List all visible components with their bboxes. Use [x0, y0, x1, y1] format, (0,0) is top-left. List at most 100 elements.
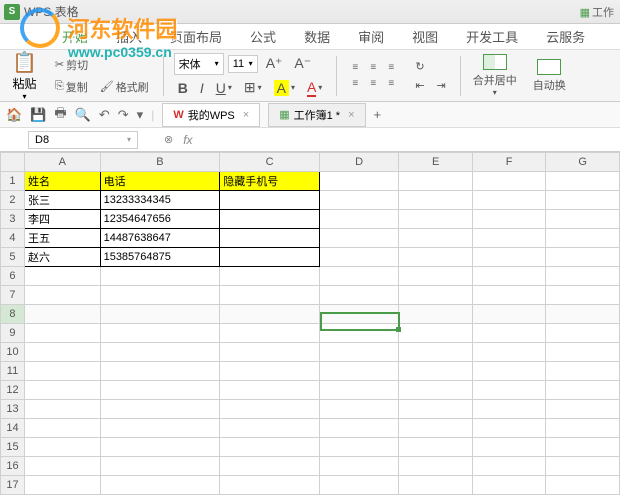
align-top-right[interactable]: ≡ [383, 61, 399, 75]
row-header[interactable]: 13 [1, 400, 25, 419]
cell[interactable] [319, 343, 398, 362]
cell[interactable] [220, 305, 320, 324]
row-header[interactable]: 1 [1, 172, 25, 191]
cell[interactable] [319, 324, 398, 343]
cell[interactable] [24, 476, 100, 495]
preview-icon[interactable]: 🔍 [75, 107, 91, 123]
cell[interactable] [100, 343, 220, 362]
col-header-c[interactable]: C [220, 153, 320, 172]
cell[interactable]: 李四 [24, 210, 100, 229]
cell[interactable] [546, 476, 620, 495]
row-header[interactable]: 7 [1, 286, 25, 305]
cell[interactable] [220, 286, 320, 305]
cell[interactable] [472, 419, 546, 438]
row-header[interactable]: 2 [1, 191, 25, 210]
cell[interactable] [546, 362, 620, 381]
cell[interactable] [472, 400, 546, 419]
add-tab-button[interactable]: + [374, 107, 382, 122]
cell[interactable] [24, 381, 100, 400]
cell[interactable] [399, 381, 473, 400]
cell[interactable] [100, 419, 220, 438]
cell[interactable] [546, 191, 620, 210]
cell[interactable] [319, 210, 398, 229]
col-header-b[interactable]: B [100, 153, 220, 172]
cell[interactable] [24, 324, 100, 343]
cell[interactable] [220, 362, 320, 381]
row-header[interactable]: 9 [1, 324, 25, 343]
cell[interactable] [220, 438, 320, 457]
close-icon[interactable]: × [348, 109, 354, 121]
cell[interactable]: 隐藏手机号 [220, 172, 320, 191]
cell[interactable] [546, 419, 620, 438]
format-painter-button[interactable]: 🖌格式刷 [96, 77, 153, 97]
cell[interactable] [100, 400, 220, 419]
cell[interactable] [100, 362, 220, 381]
col-header-a[interactable]: A [24, 153, 100, 172]
cell[interactable]: 王五 [24, 229, 100, 248]
select-all-corner[interactable] [1, 153, 25, 172]
cell[interactable] [399, 400, 473, 419]
decrease-font-button[interactable]: A⁻ [290, 53, 315, 74]
cell[interactable] [100, 476, 220, 495]
cell[interactable] [546, 343, 620, 362]
redo-icon[interactable]: ↷ [118, 107, 129, 123]
border-button[interactable]: ⊞▾ [240, 77, 266, 98]
cell[interactable] [220, 267, 320, 286]
cell[interactable] [319, 438, 398, 457]
cell[interactable] [472, 476, 546, 495]
cell[interactable] [546, 267, 620, 286]
cell[interactable] [319, 267, 398, 286]
cell[interactable] [220, 229, 320, 248]
cell[interactable] [472, 267, 546, 286]
print-icon[interactable]: 🖶 [54, 104, 66, 126]
cell[interactable] [472, 381, 546, 400]
cell[interactable] [100, 324, 220, 343]
cell[interactable] [472, 362, 546, 381]
menu-home[interactable]: 开始 [60, 23, 90, 50]
cell[interactable] [319, 457, 398, 476]
font-color-button[interactable]: A▾ [303, 77, 326, 99]
cell[interactable] [546, 248, 620, 267]
cell[interactable] [472, 324, 546, 343]
menu-devtools[interactable]: 开发工具 [464, 23, 520, 50]
cell[interactable] [24, 267, 100, 286]
cell[interactable] [399, 438, 473, 457]
col-header-g[interactable]: G [546, 153, 620, 172]
cell[interactable] [319, 286, 398, 305]
cell[interactable] [220, 248, 320, 267]
col-header-d[interactable]: D [319, 153, 398, 172]
cell[interactable]: 12354647656 [100, 210, 220, 229]
copy-button[interactable]: ⎘复制 [51, 77, 92, 97]
name-box[interactable]: D8▾ [28, 131, 138, 149]
cell[interactable] [399, 267, 473, 286]
row-header[interactable]: 10 [1, 343, 25, 362]
tab-workbook[interactable]: ▦工作簿1 *× [268, 103, 365, 127]
cell[interactable]: 14487638647 [100, 229, 220, 248]
cell[interactable] [546, 210, 620, 229]
cell[interactable] [100, 381, 220, 400]
row-header[interactable]: 11 [1, 362, 25, 381]
cell[interactable] [472, 191, 546, 210]
wrap-text-button[interactable]: 自动换 [527, 57, 572, 95]
cell[interactable] [319, 400, 398, 419]
indent-left-button[interactable]: ⇤ [411, 77, 428, 94]
cell[interactable] [220, 457, 320, 476]
cell[interactable] [399, 343, 473, 362]
cell[interactable] [399, 324, 473, 343]
cell[interactable] [319, 172, 398, 191]
cell[interactable]: 13233334345 [100, 191, 220, 210]
cell[interactable] [546, 229, 620, 248]
paste-button[interactable]: 📋 粘贴▾ [6, 48, 43, 103]
fx-cancel-icon[interactable]: ⊗ [158, 133, 179, 146]
cell[interactable] [399, 305, 473, 324]
cell[interactable]: 15385764875 [100, 248, 220, 267]
increase-font-button[interactable]: A⁺ [262, 53, 287, 74]
cell[interactable] [24, 305, 100, 324]
cell[interactable] [220, 476, 320, 495]
cell[interactable] [472, 305, 546, 324]
row-header[interactable]: 15 [1, 438, 25, 457]
cell[interactable] [546, 305, 620, 324]
row-header[interactable]: 6 [1, 267, 25, 286]
cell[interactable] [399, 248, 473, 267]
indent-right-button[interactable]: ⇥ [433, 77, 450, 94]
